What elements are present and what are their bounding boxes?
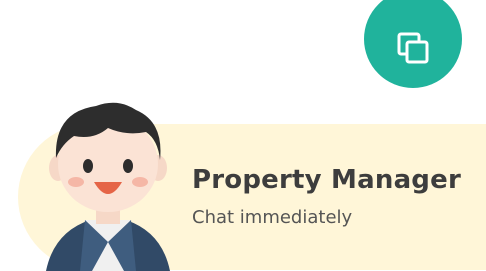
card-subtitle: Chat immediately (192, 207, 353, 228)
copy-button[interactable] (364, 0, 462, 88)
copy-icon (397, 32, 429, 64)
card-title: Property Manager (192, 165, 461, 195)
stage: Property Manager Chat immediately (0, 0, 486, 271)
chat-card-text: Property Manager Chat immediately (192, 165, 461, 228)
avatar (40, 96, 176, 271)
